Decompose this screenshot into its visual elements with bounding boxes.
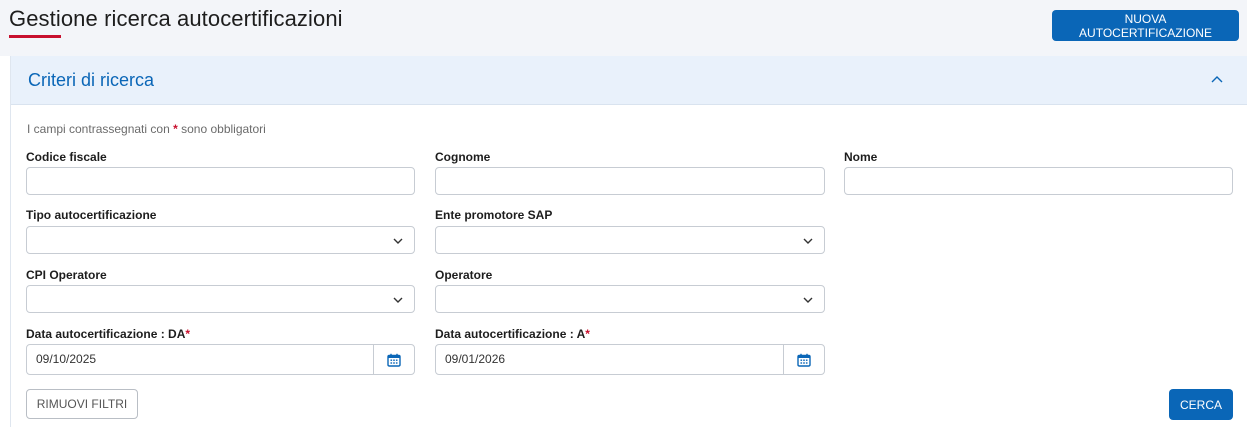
data-da-label: Data autocertificazione : DA* xyxy=(26,327,190,341)
chevron-down-icon xyxy=(803,238,813,244)
panel-header[interactable]: Criteri di ricerca xyxy=(11,56,1247,105)
calendar-icon xyxy=(797,353,811,367)
search-button[interactable]: CERCA xyxy=(1169,389,1233,420)
required-fields-hint: I campi contrassegnati con * sono obblig… xyxy=(27,122,266,136)
codice-fiscale-input[interactable] xyxy=(26,167,415,195)
chevron-up-icon[interactable] xyxy=(1211,74,1223,86)
data-a-label-text: Data autocertificazione : A xyxy=(435,327,586,341)
hint-text-after: sono obbligatori xyxy=(181,122,266,136)
data-a-label: Data autocertificazione : A* xyxy=(435,327,590,341)
new-autocertification-button[interactable]: NUOVA AUTOCERTIFICAZIONE xyxy=(1052,10,1239,41)
hint-text-before: I campi contrassegnati con xyxy=(27,122,170,136)
ente-promotore-select[interactable] xyxy=(435,226,825,254)
required-star: * xyxy=(585,327,590,341)
chevron-down-icon xyxy=(393,297,403,303)
ente-promotore-label: Ente promotore SAP xyxy=(435,208,553,222)
chevron-down-icon xyxy=(803,297,813,303)
data-da-value: 09/10/2025 xyxy=(36,352,97,366)
operatore-select[interactable] xyxy=(435,285,825,313)
cpi-operatore-label: CPI Operatore xyxy=(26,268,107,282)
title-underline xyxy=(9,35,61,38)
page-title: Gestione ricerca autocertificazioni xyxy=(9,6,343,31)
cognome-input[interactable] xyxy=(435,167,825,195)
page-header: Gestione ricerca autocertificazioni NUOV… xyxy=(0,0,1247,56)
data-a-calendar-button[interactable] xyxy=(783,345,824,374)
calendar-icon xyxy=(387,353,401,367)
nome-input[interactable] xyxy=(844,167,1233,195)
operatore-label: Operatore xyxy=(435,268,493,282)
data-da-input[interactable]: 09/10/2025 xyxy=(26,344,415,375)
chevron-down-icon xyxy=(393,238,403,244)
data-da-calendar-button[interactable] xyxy=(373,345,414,374)
tipo-autocertificazione-select[interactable] xyxy=(26,226,415,254)
cognome-label: Cognome xyxy=(435,150,491,164)
cpi-operatore-select[interactable] xyxy=(26,285,415,313)
panel-title: Criteri di ricerca xyxy=(28,70,155,90)
data-a-input[interactable]: 09/01/2026 xyxy=(435,344,825,375)
data-a-value: 09/01/2026 xyxy=(445,352,506,366)
codice-fiscale-label: Codice fiscale xyxy=(26,150,107,164)
required-star: * xyxy=(185,327,191,341)
nome-label: Nome xyxy=(844,150,878,164)
required-star: * xyxy=(173,122,178,136)
data-da-label-text: Data autocertificazione : DA xyxy=(26,327,186,341)
tipo-autocertificazione-label: Tipo autocertificazione xyxy=(26,208,157,222)
reset-filters-button[interactable]: RIMUOVI FILTRI xyxy=(26,389,138,419)
